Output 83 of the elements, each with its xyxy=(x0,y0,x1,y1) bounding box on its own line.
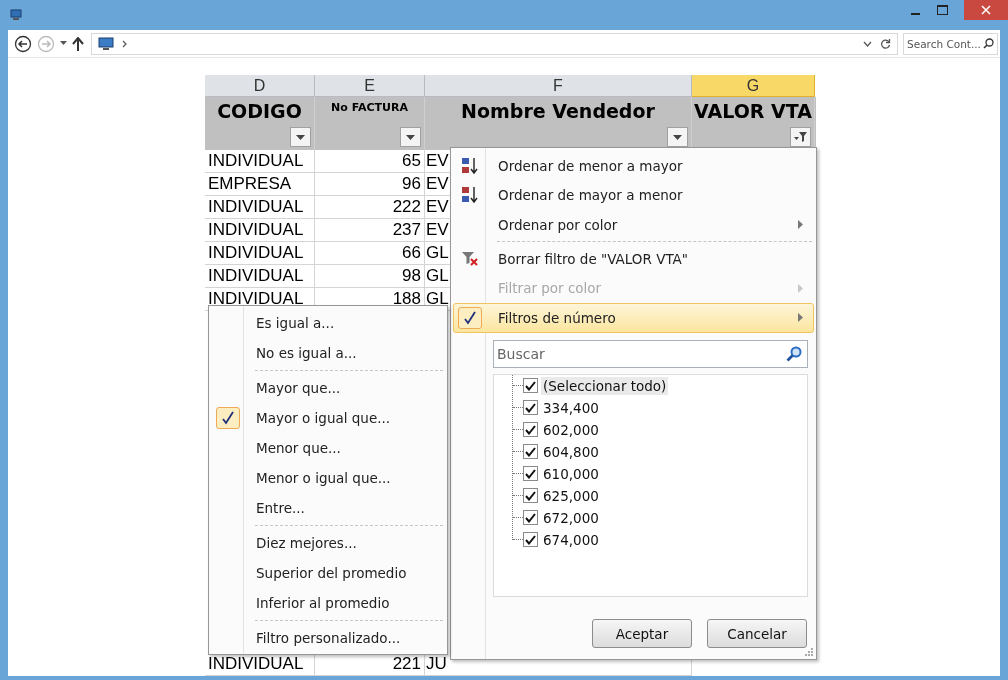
chevron-right-icon xyxy=(122,39,127,48)
list-item[interactable]: 334,400 xyxy=(541,398,601,417)
chevron-down-icon[interactable] xyxy=(863,40,872,47)
menu-item[interactable]: Inferior al promedio xyxy=(211,588,445,618)
checkbox[interactable] xyxy=(523,444,538,460)
table-cell: INDIVIDUAL xyxy=(205,219,315,242)
column-header[interactable]: E xyxy=(315,75,425,97)
checkmark-icon xyxy=(458,306,482,329)
clear-filter-icon xyxy=(461,250,479,267)
list-item[interactable]: 625,000 xyxy=(541,486,601,505)
checkbox[interactable] xyxy=(523,378,538,394)
header-label: No FACTURA xyxy=(331,100,408,115)
back-button[interactable] xyxy=(14,34,32,53)
menu-item[interactable]: Entre... xyxy=(211,493,445,523)
submenu-arrow-icon xyxy=(798,220,803,230)
list-item[interactable]: (Seleccionar todo) xyxy=(541,376,669,395)
column-header[interactable]: F xyxy=(425,75,692,97)
computer-icon xyxy=(10,9,22,21)
dialog-button[interactable]: Cancelar xyxy=(707,619,807,648)
menu-item[interactable]: No es igual a... xyxy=(211,338,445,368)
address-field[interactable] xyxy=(91,32,898,55)
list-item[interactable]: 610,000 xyxy=(541,464,601,483)
close-icon xyxy=(981,5,991,15)
table-cell: 96 xyxy=(315,173,425,196)
submenu-arrow-icon xyxy=(798,313,803,323)
table-cell: 222 xyxy=(315,196,425,219)
search-icon xyxy=(983,37,994,49)
table-cell: INDIVIDUAL xyxy=(205,196,315,219)
search-field[interactable]: Buscar xyxy=(493,339,808,368)
filter-dropdown-button[interactable] xyxy=(290,127,311,147)
list-item[interactable]: 604,800 xyxy=(541,442,601,461)
menu-item[interactable]: Diez mejores... xyxy=(211,528,445,558)
menu-item[interactable]: Mayor o igual que... xyxy=(211,403,445,433)
dropdown-caret-icon[interactable] xyxy=(60,41,67,46)
dropdown-arrow-icon xyxy=(673,134,682,140)
menu-item[interactable]: Menor o igual que... xyxy=(211,463,445,493)
header-label: Nombre Vendedor xyxy=(461,99,655,124)
list-item[interactable]: 602,000 xyxy=(541,420,601,439)
table-cell: INDIVIDUAL xyxy=(205,242,315,265)
minimize-icon xyxy=(911,12,920,15)
header-label: VALOR VTA xyxy=(694,99,812,124)
table-cell: 66 xyxy=(315,242,425,265)
maximize-icon xyxy=(937,5,948,15)
close-button[interactable] xyxy=(964,0,1008,20)
refresh-icon[interactable] xyxy=(880,37,891,50)
table-cell: 65 xyxy=(315,150,425,173)
menu-item[interactable]: Mayor que... xyxy=(211,373,445,403)
computer-icon xyxy=(98,36,114,51)
search-icon xyxy=(786,345,802,362)
menu-item[interactable]: Es igual a... xyxy=(211,308,445,338)
column-header[interactable]: G xyxy=(692,75,815,97)
filter-dropdown-button[interactable] xyxy=(667,127,688,147)
sort-ascending-icon xyxy=(461,156,479,175)
dropdown-arrow-icon xyxy=(406,134,415,140)
up-arrow-icon[interactable] xyxy=(72,36,84,51)
menu-item[interactable]: Filtro personalizado... xyxy=(211,623,445,653)
table-cell: 98 xyxy=(315,265,425,288)
list-item[interactable]: 674,000 xyxy=(541,530,601,549)
checkbox[interactable] xyxy=(523,488,538,504)
resize-grip-icon[interactable] xyxy=(805,648,813,656)
search-field[interactable]: Search Cont... xyxy=(903,32,998,55)
filter-dropdown-button[interactable] xyxy=(790,127,811,147)
checkbox[interactable] xyxy=(523,400,538,416)
list-item[interactable]: 672,000 xyxy=(541,508,601,527)
menu-item[interactable]: Superior del promedio xyxy=(211,558,445,588)
table-cell: 237 xyxy=(315,219,425,242)
checkbox[interactable] xyxy=(523,466,538,482)
menu-item[interactable]: Filtros de número xyxy=(453,303,814,333)
filter-icon xyxy=(793,131,808,143)
checkbox[interactable] xyxy=(523,532,538,548)
checkbox[interactable] xyxy=(523,422,538,438)
menu-item[interactable]: Menor que... xyxy=(211,433,445,463)
column-header[interactable]: D xyxy=(205,75,315,97)
table-cell: EMPRESA xyxy=(205,173,315,196)
checkbox[interactable] xyxy=(523,510,538,526)
sort-descending-icon xyxy=(461,186,479,205)
table-cell: INDIVIDUAL xyxy=(205,150,315,173)
filter-dropdown-button[interactable] xyxy=(400,127,421,147)
dialog-button[interactable]: Aceptar xyxy=(592,619,692,648)
table-cell: INDIVIDUAL xyxy=(205,265,315,288)
dropdown-arrow-icon xyxy=(296,134,305,140)
submenu-arrow-icon xyxy=(798,283,803,293)
header-label: CODIGO xyxy=(217,99,302,124)
